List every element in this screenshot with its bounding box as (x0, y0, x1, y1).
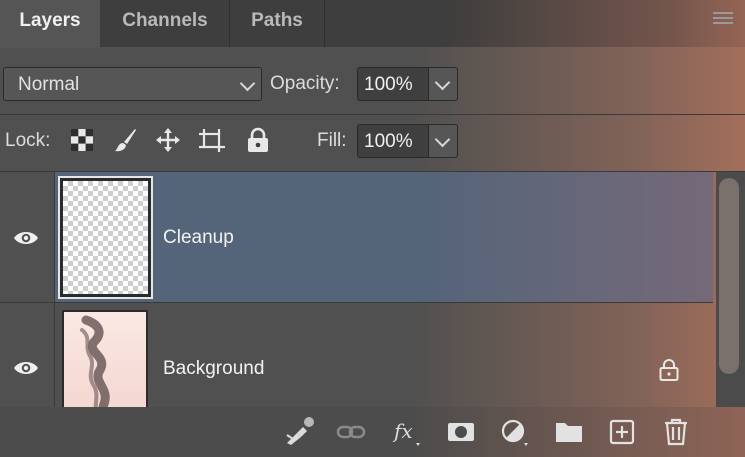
lock-artboard-icon[interactable] (199, 127, 225, 153)
divider (0, 114, 745, 115)
layer-lock-icon[interactable] (658, 359, 680, 381)
eye-icon[interactable] (13, 230, 39, 246)
scrollbar-thumb[interactable] (719, 178, 739, 374)
fill-input[interactable]: 100% (357, 124, 429, 158)
tab-bar: Layers Channels Paths (0, 0, 745, 48)
lock-label: Lock: (5, 130, 51, 151)
layer-row-background[interactable]: Background (0, 303, 713, 407)
layer-name: Background (163, 358, 265, 379)
new-group-icon[interactable] (553, 417, 585, 447)
opacity-label: Opacity: (270, 73, 340, 94)
lock-position-icon[interactable] (155, 127, 181, 153)
lock-transparent-pixels-icon[interactable] (69, 127, 95, 153)
fx-icon[interactable]: fx (390, 417, 422, 447)
fill-dropdown[interactable] (429, 124, 458, 158)
layer-name: Cleanup (163, 227, 234, 248)
delete-layer-icon[interactable] (660, 417, 692, 447)
layer-thumbnail (62, 310, 148, 407)
layer-row-cleanup[interactable]: Cleanup (0, 172, 713, 302)
chevron-down-icon (434, 74, 451, 91)
opacity-input[interactable]: 100% (357, 67, 429, 101)
tab-paths[interactable]: Paths (230, 0, 325, 47)
generative-fill-icon[interactable] (283, 417, 315, 447)
new-layer-icon[interactable] (606, 417, 638, 447)
visibility-toggle[interactable] (0, 303, 55, 407)
panel-menu-icon[interactable] (713, 12, 733, 28)
lock-image-pixels-icon[interactable] (112, 127, 138, 153)
eye-icon[interactable] (13, 360, 39, 376)
svg-text:fx: fx (392, 419, 413, 443)
tab-layers[interactable]: Layers (0, 0, 100, 48)
layer-thumbnail (58, 176, 153, 299)
tab-channels[interactable]: Channels (101, 0, 230, 47)
adjustment-layer-icon[interactable] (498, 417, 530, 447)
blend-mode-select[interactable]: Normal (3, 67, 262, 101)
lock-all-icon[interactable] (245, 127, 271, 153)
add-mask-icon[interactable] (445, 417, 477, 447)
opacity-dropdown[interactable] (429, 67, 458, 101)
blend-mode-value: Normal (18, 74, 80, 95)
link-layers-icon[interactable] (335, 417, 367, 447)
visibility-toggle[interactable] (0, 172, 55, 302)
chevron-down-icon (239, 75, 256, 92)
chevron-down-icon (434, 131, 451, 148)
fill-label: Fill: (317, 130, 347, 151)
bottom-toolbar: fx (0, 407, 745, 457)
